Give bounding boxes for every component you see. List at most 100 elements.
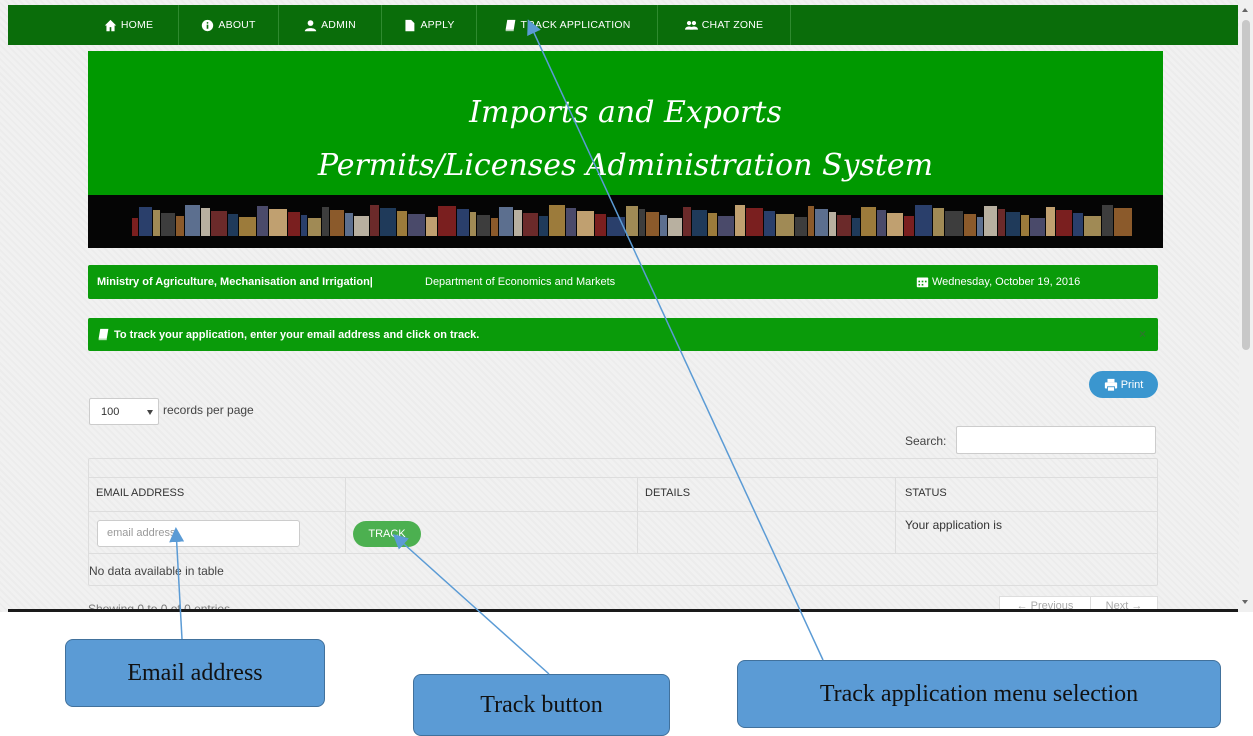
- book-spine: [852, 218, 860, 236]
- nav-apply[interactable]: APPLY: [382, 5, 477, 45]
- book-spine: [1021, 215, 1029, 236]
- callout-track-button: Track button: [413, 674, 670, 736]
- book-spine: [708, 213, 717, 236]
- book-spine: [239, 217, 256, 236]
- book-spine: [185, 205, 200, 236]
- vertical-scrollbar[interactable]: [1239, 0, 1253, 612]
- book-spine: [539, 216, 548, 236]
- book-spine: [161, 213, 175, 236]
- browser-screenshot: HOME ABOUT ADMIN APPLY TRACK APPLICATION…: [0, 0, 1253, 612]
- nav-about[interactable]: ABOUT: [179, 5, 279, 45]
- nav-admin[interactable]: ADMIN: [279, 5, 382, 45]
- table-divider: [895, 477, 896, 553]
- email-address-input[interactable]: email address: [97, 520, 300, 547]
- book-spine: [933, 208, 944, 236]
- book-spine: [269, 209, 287, 236]
- table-divider: [345, 477, 346, 553]
- user-icon: [304, 19, 317, 31]
- print-button[interactable]: Print: [1089, 371, 1158, 398]
- book-spine: [370, 205, 379, 236]
- book-spine: [1073, 213, 1083, 236]
- book-spine: [829, 212, 836, 236]
- bookshelf-banner-image: [88, 195, 1163, 248]
- chevron-down-icon: [147, 410, 153, 415]
- track-button[interactable]: TRACK: [353, 521, 421, 547]
- book-spine: [499, 207, 513, 236]
- records-per-page-value: 100: [101, 406, 120, 418]
- book-spine: [1102, 205, 1113, 236]
- book-spine: [904, 216, 914, 236]
- book-spine: [795, 217, 807, 236]
- table-divider: [637, 477, 638, 553]
- book-spine: [683, 207, 691, 236]
- scroll-up-icon[interactable]: [1242, 8, 1248, 12]
- book-spine: [887, 213, 903, 236]
- book-spine: [964, 214, 976, 236]
- nav-chat-zone-label: CHAT ZONE: [701, 19, 764, 31]
- scroll-down-icon[interactable]: [1242, 600, 1248, 604]
- table-divider: [88, 477, 1158, 478]
- nav-apply-label: APPLY: [420, 19, 455, 31]
- print-label: Print: [1120, 378, 1144, 391]
- book-spine: [322, 207, 329, 236]
- track-instructions-alert: To track your application, enter your em…: [88, 318, 1158, 351]
- book-spine: [639, 209, 645, 236]
- book-spine: [1006, 212, 1020, 236]
- column-header-email: EMAIL ADDRESS: [96, 487, 185, 499]
- book-spine: [776, 214, 794, 236]
- book-spine: [477, 215, 490, 236]
- book-spine: [577, 211, 594, 236]
- nav-track-application[interactable]: TRACK APPLICATION: [477, 5, 658, 45]
- book-spine: [201, 208, 210, 236]
- book-spine: [426, 217, 437, 236]
- nav-chat-zone[interactable]: CHAT ZONE: [658, 5, 791, 45]
- book-spine: [668, 218, 682, 236]
- book-spine: [308, 218, 321, 236]
- book-spine: [354, 216, 369, 236]
- nav-admin-label: ADMIN: [321, 19, 356, 31]
- column-header-status: STATUS: [905, 487, 947, 499]
- book-spine: [288, 212, 300, 236]
- book-spine: [470, 212, 476, 236]
- alert-message: To track your application, enter your em…: [97, 328, 479, 341]
- book-icon: [505, 19, 515, 31]
- nav-track-application-label: TRACK APPLICATION: [520, 19, 631, 31]
- book-spine: [397, 211, 407, 236]
- nav-about-label: ABOUT: [218, 19, 256, 31]
- alert-close-button[interactable]: ×: [1139, 327, 1146, 341]
- book-spine: [1056, 210, 1072, 236]
- book-spine: [915, 205, 932, 236]
- department-name: Department of Economics and Markets: [425, 276, 616, 288]
- nav-home-label: HOME: [120, 19, 154, 31]
- users-icon: [684, 20, 698, 30]
- book-spine: [837, 215, 851, 236]
- book-spine: [330, 210, 344, 236]
- records-per-page-select[interactable]: 100: [89, 398, 159, 425]
- book-spine: [228, 214, 238, 236]
- book-spine: [692, 210, 707, 236]
- book-spine: [139, 207, 152, 236]
- book-spine: [595, 214, 606, 236]
- book-spine: [132, 218, 138, 236]
- ministry-name: Ministry of Agriculture, Mechanisation a…: [97, 276, 373, 288]
- info-icon: [202, 19, 214, 31]
- book-spine: [626, 206, 638, 236]
- book-spine: [607, 217, 625, 236]
- status-text: Your application is: [905, 518, 1002, 532]
- book-spine: [566, 208, 576, 236]
- book-spine: [257, 206, 268, 236]
- book-spine: [301, 215, 307, 236]
- book-spine: [877, 210, 886, 236]
- search-input[interactable]: [956, 426, 1156, 454]
- info-bar: Ministry of Agriculture, Mechanisation a…: [88, 265, 1158, 299]
- book-spine: [408, 214, 425, 236]
- header-banner: Imports and Exports Permits/Licenses Adm…: [88, 51, 1163, 195]
- banner-title-line1: Imports and Exports: [469, 95, 782, 130]
- book-spine: [491, 218, 498, 236]
- scrollbar-thumb[interactable]: [1242, 20, 1250, 350]
- book-spine: [1030, 218, 1045, 236]
- nav-home[interactable]: HOME: [79, 5, 179, 45]
- book-spine: [1114, 208, 1132, 236]
- callout-email-address: Email address: [65, 639, 325, 707]
- screenshot-bottom-border: [8, 609, 1238, 612]
